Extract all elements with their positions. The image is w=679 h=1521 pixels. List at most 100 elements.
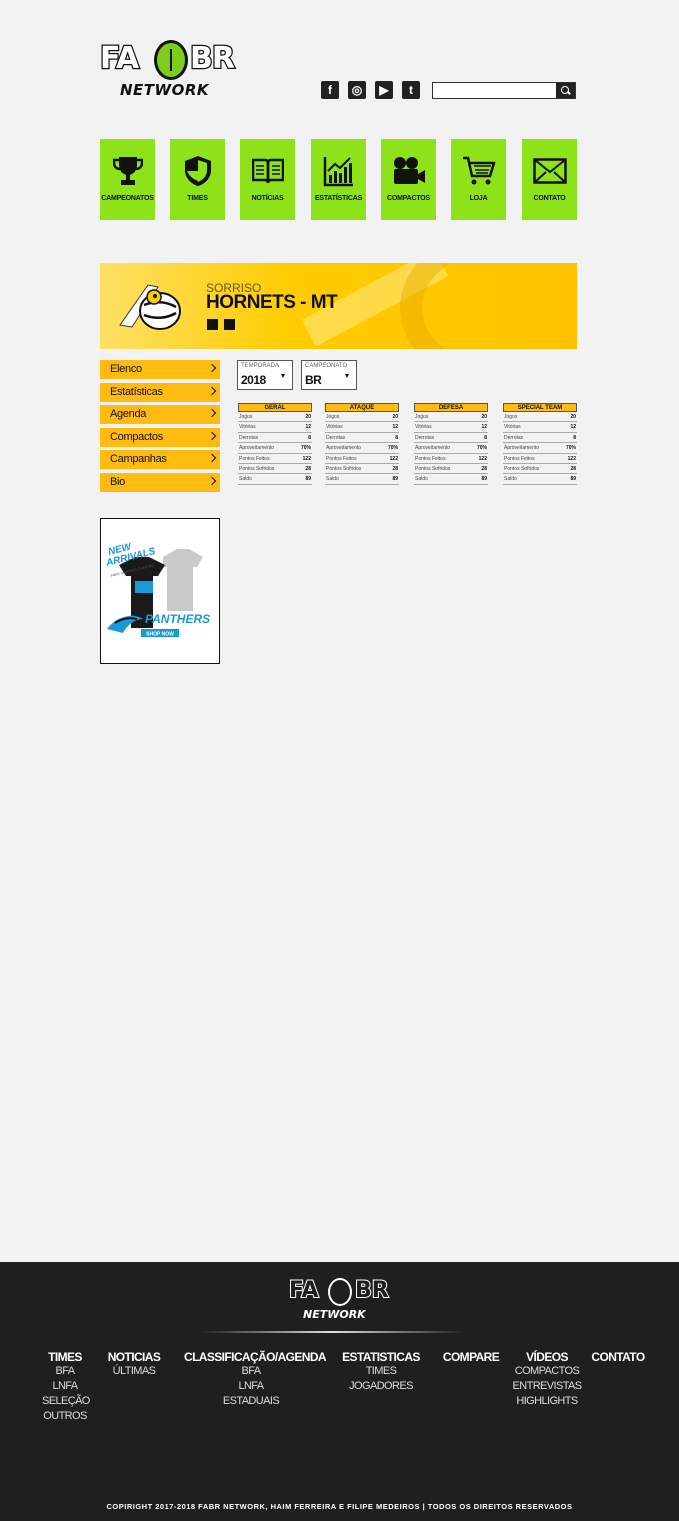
dropdown-arrow-icon xyxy=(281,374,285,378)
facebook-icon[interactable]: f xyxy=(321,81,339,99)
site-logo[interactable]: FA BR NETWORK xyxy=(99,40,242,100)
nav-item-times[interactable]: TIMES xyxy=(170,139,225,220)
stats-table-geral: GERAL Jogos 20 Vitórias 12 Derrotas 8 Aproveita… xyxy=(238,403,312,485)
nav-label: LOJA xyxy=(469,195,488,202)
nav-item-noticias[interactable]: NOTÍCIAS xyxy=(240,139,295,220)
footer-link[interactable]: TIMES xyxy=(342,1364,420,1379)
stats-row-label: Aproveitamento xyxy=(415,445,451,452)
logo-mark: FA BR xyxy=(99,40,242,80)
footer-col-title[interactable]: VÍDEOS xyxy=(512,1350,582,1364)
footer-link[interactable]: SELEÇÃO xyxy=(42,1394,90,1409)
footer-col-title[interactable]: NOTICIAS xyxy=(106,1350,162,1364)
copyright: COPIRIGHT 2017-2018 FABR NETWORK, HAIM F… xyxy=(106,1502,573,1511)
stats-table-header: SPECIAL TEAM xyxy=(503,403,577,412)
footer-link[interactable]: BFA xyxy=(42,1364,88,1379)
chevron-right-icon xyxy=(207,431,217,440)
footer-col-title[interactable]: CLASSIFICAÇÃO/AGENDA xyxy=(184,1350,327,1364)
instagram-icon[interactable]: ◎ xyxy=(348,81,366,99)
championship-select-label: CAMPEONATO xyxy=(305,363,348,369)
stats-row: Saldo 89 xyxy=(414,474,488,485)
stats-row: Saldo 89 xyxy=(503,474,577,485)
footer-link[interactable]: OUTROS xyxy=(42,1409,88,1424)
stats-row: Vitórias 12 xyxy=(238,422,312,433)
stats-row: Vitórias 12 xyxy=(414,422,488,433)
stats-row-value: 12 xyxy=(305,424,311,431)
side-menu-estatisticas[interactable]: Estatísticas xyxy=(100,382,220,402)
nav-item-estatisticas[interactable]: ESTATÍSTICAS xyxy=(311,139,366,220)
instagram-icon[interactable] xyxy=(224,319,235,330)
footer-col-classificacao: CLASSIFICAÇÃO/AGENDA BFA LNFA ESTADUAIS xyxy=(184,1350,327,1409)
stats-row: Aproveitamento 70% xyxy=(238,443,312,454)
stats-row: Aproveitamento 70% xyxy=(414,443,488,454)
stats-row: Aproveitamento 70% xyxy=(503,443,577,454)
footer-col-title[interactable]: ESTATISTICAS xyxy=(342,1350,420,1364)
twitter-icon[interactable]: t xyxy=(402,81,420,99)
stats-row: Pontos Sofridos 28 xyxy=(414,464,488,475)
stats-row: Derrotas 8 xyxy=(503,433,577,444)
footer-link[interactable]: ÚLTIMAS xyxy=(106,1364,162,1379)
stats-row-label: Jogos xyxy=(415,414,429,420)
footer-link[interactable]: ENTREVISTAS xyxy=(512,1379,583,1394)
footer-col-title[interactable]: COMPARE xyxy=(441,1350,501,1364)
nav-item-contato[interactable]: CONTATO xyxy=(522,139,577,220)
footer-link[interactable]: LNFA xyxy=(184,1379,318,1394)
team-logo xyxy=(118,275,188,335)
search-input[interactable] xyxy=(433,83,557,98)
stats-row: Derrotas 8 xyxy=(414,433,488,444)
side-menu-label: Compactos xyxy=(110,430,163,443)
chevron-right-icon xyxy=(207,408,217,418)
season-select[interactable]: TEMPORADA 2018 xyxy=(237,360,293,390)
stats-row-value: 89 xyxy=(481,476,487,483)
nav-item-compactos[interactable]: COMPACTOS xyxy=(381,139,436,220)
footer-link[interactable]: LNFA xyxy=(42,1379,88,1394)
stats-row-value: 89 xyxy=(305,476,311,483)
nav-item-loja[interactable]: LOJA xyxy=(451,139,506,220)
side-menu-elenco[interactable]: Elenco xyxy=(100,360,220,379)
footer-link[interactable]: ESTADUAIS xyxy=(184,1394,318,1409)
chevron-right-icon xyxy=(207,386,217,395)
main-nav: CAMPEONATOS TIMES NOTÍCIAS ESTATÍSTICAS … xyxy=(100,139,577,220)
cart-icon xyxy=(462,155,496,187)
stats-row-value: 20 xyxy=(481,414,487,420)
stats-row-label: Pontos Sofridos xyxy=(415,465,451,472)
footer-link[interactable]: BFA xyxy=(184,1364,318,1379)
footer-col-title[interactable]: TIMES xyxy=(42,1350,88,1364)
ad-banner[interactable]: NEW ARRIVALS FREE SHIPPING OVER $50 PANT… xyxy=(100,518,220,664)
footer: FA BR NETWORK TIMES BFA LNFA SELEÇÃO OUTROS … xyxy=(0,1262,679,1521)
shield-icon xyxy=(181,155,215,187)
footer-link[interactable]: COMPACTOS xyxy=(512,1364,582,1379)
stats-table-header: GERAL xyxy=(238,403,312,412)
book-icon xyxy=(251,155,285,187)
stats-row: Vitórias 12 xyxy=(325,422,399,433)
side-menu-compactos[interactable]: Compactos xyxy=(100,427,220,447)
side-menu-bio[interactable]: Bio xyxy=(100,472,220,492)
nav-label: ESTATÍSTICAS xyxy=(314,195,363,202)
side-menu-campanhas[interactable]: Campanhas xyxy=(100,450,220,469)
footer-logo[interactable]: FA BR NETWORK xyxy=(288,1278,391,1321)
search-button[interactable] xyxy=(556,83,575,98)
nav-label: TIMES xyxy=(187,195,208,202)
nav-label: CONTATO xyxy=(533,195,566,202)
stats-row-value: 122 xyxy=(567,455,576,462)
banner-decoration xyxy=(400,263,577,349)
stats-row-label: Aproveitamento xyxy=(239,445,275,452)
stats-row-label: Derrotas xyxy=(415,434,435,441)
facebook-icon[interactable] xyxy=(207,319,218,330)
stats-table-special-team: SPECIAL TEAM Jogos 20 Vitórias 12 Derrotas 8 Ap… xyxy=(503,403,577,485)
stats-row-value: 89 xyxy=(570,476,576,483)
stats-row-value: 12 xyxy=(392,424,398,431)
team-side-menu: Elenco Estatísticas Agenda Compactos Cam… xyxy=(100,360,220,495)
footer-link[interactable]: HIGHLIGHTS xyxy=(512,1394,582,1409)
nav-item-campeonatos[interactable]: CAMPEONATOS xyxy=(100,139,155,220)
stats-row-label: Pontos Feitos xyxy=(326,455,357,462)
youtube-icon[interactable]: ▶ xyxy=(375,81,393,99)
stats-row-label: Vitórias xyxy=(326,424,343,431)
side-menu-agenda[interactable]: Agenda xyxy=(100,405,220,424)
stats-row-label: Vitórias xyxy=(239,424,256,431)
chart-icon xyxy=(322,155,356,187)
footer-link[interactable]: JOGADORES xyxy=(342,1379,420,1394)
footer-col-compare: COMPARE xyxy=(441,1350,501,1364)
footer-col-title[interactable]: CONTATO xyxy=(588,1350,648,1364)
championship-select[interactable]: CAMPEONATO BR xyxy=(301,360,357,390)
logo-subtitle: NETWORK xyxy=(120,81,210,99)
